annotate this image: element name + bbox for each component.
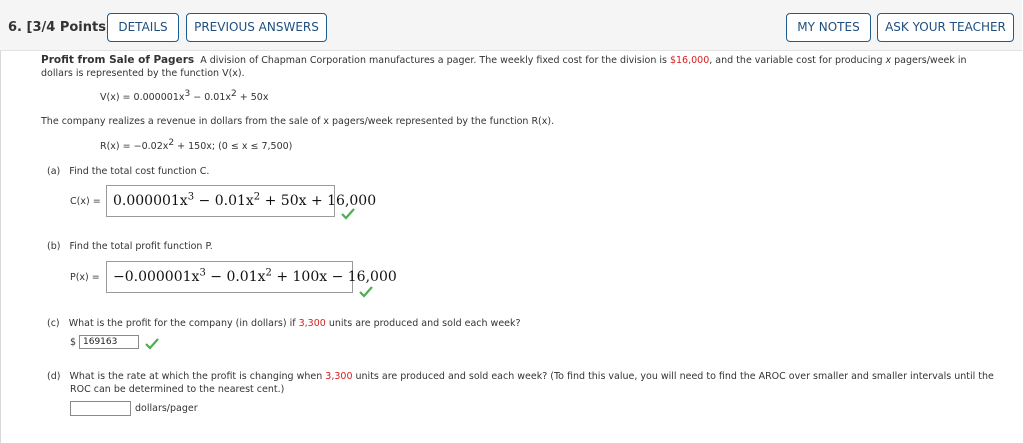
fixed-cost-value: $16,000 xyxy=(669,55,710,66)
my-notes-button[interactable]: MY NOTES xyxy=(786,13,871,42)
previous-answers-button[interactable]: PREVIOUS ANSWERS xyxy=(186,13,327,42)
part-a-prompt: (a) Find the total cost function C. xyxy=(47,166,210,177)
problem-intro-line2: dollars is represented by the function V… xyxy=(41,68,245,79)
part-b-answer-field[interactable]: −0.000001x3 − 0.01x2 + 100x − 16,000 xyxy=(106,261,397,293)
problem-intro: Profit from Sale of Pagers A division of… xyxy=(41,54,967,66)
question-header: 6. [3/4 Points] DETAILS PREVIOUS ANSWERS… xyxy=(0,0,1022,51)
check-icon xyxy=(359,286,373,298)
part-d-answer-field[interactable] xyxy=(70,401,131,416)
problem-title: Profit from Sale of Pagers xyxy=(41,54,195,66)
r-function: R(x) = −0.02x2 + 150x; (0 ≤ x ≤ 7,500) xyxy=(100,137,293,152)
part-d-prompt-line2: ROC can be determined to the nearest cen… xyxy=(70,384,285,395)
part-d-unit-label: dollars/pager xyxy=(135,403,198,414)
part-a-answer-label: C(x) = xyxy=(70,196,101,207)
ask-teacher-button[interactable]: ASK YOUR TEACHER xyxy=(877,13,1014,42)
part-c-units: 3,300 xyxy=(298,318,326,329)
part-d-prompt: (d) What is the rate at which the profit… xyxy=(47,371,994,382)
part-b-prompt: (b) Find the total profit function P. xyxy=(47,241,213,252)
currency-symbol: $ xyxy=(70,337,77,348)
part-b-answer-label: P(x) = xyxy=(70,272,100,283)
part-a-answer-field[interactable]: 0.000001x3 − 0.01x2 + 50x + 16,000 xyxy=(106,185,376,217)
v-function: V(x) = 0.000001x3 − 0.01x2 + 50x xyxy=(100,88,269,103)
part-d-units: 3,300 xyxy=(325,371,353,382)
check-icon xyxy=(145,338,159,350)
part-c-answer-field[interactable]: 169163 xyxy=(79,335,139,349)
revenue-sentence: The company realizes a revenue in dollar… xyxy=(41,116,555,127)
details-button[interactable]: DETAILS xyxy=(107,13,179,42)
part-c-prompt: (c) What is the profit for the company (… xyxy=(47,318,521,329)
check-icon xyxy=(341,208,355,220)
question-number: 6. [3/4 Points] xyxy=(8,20,112,35)
